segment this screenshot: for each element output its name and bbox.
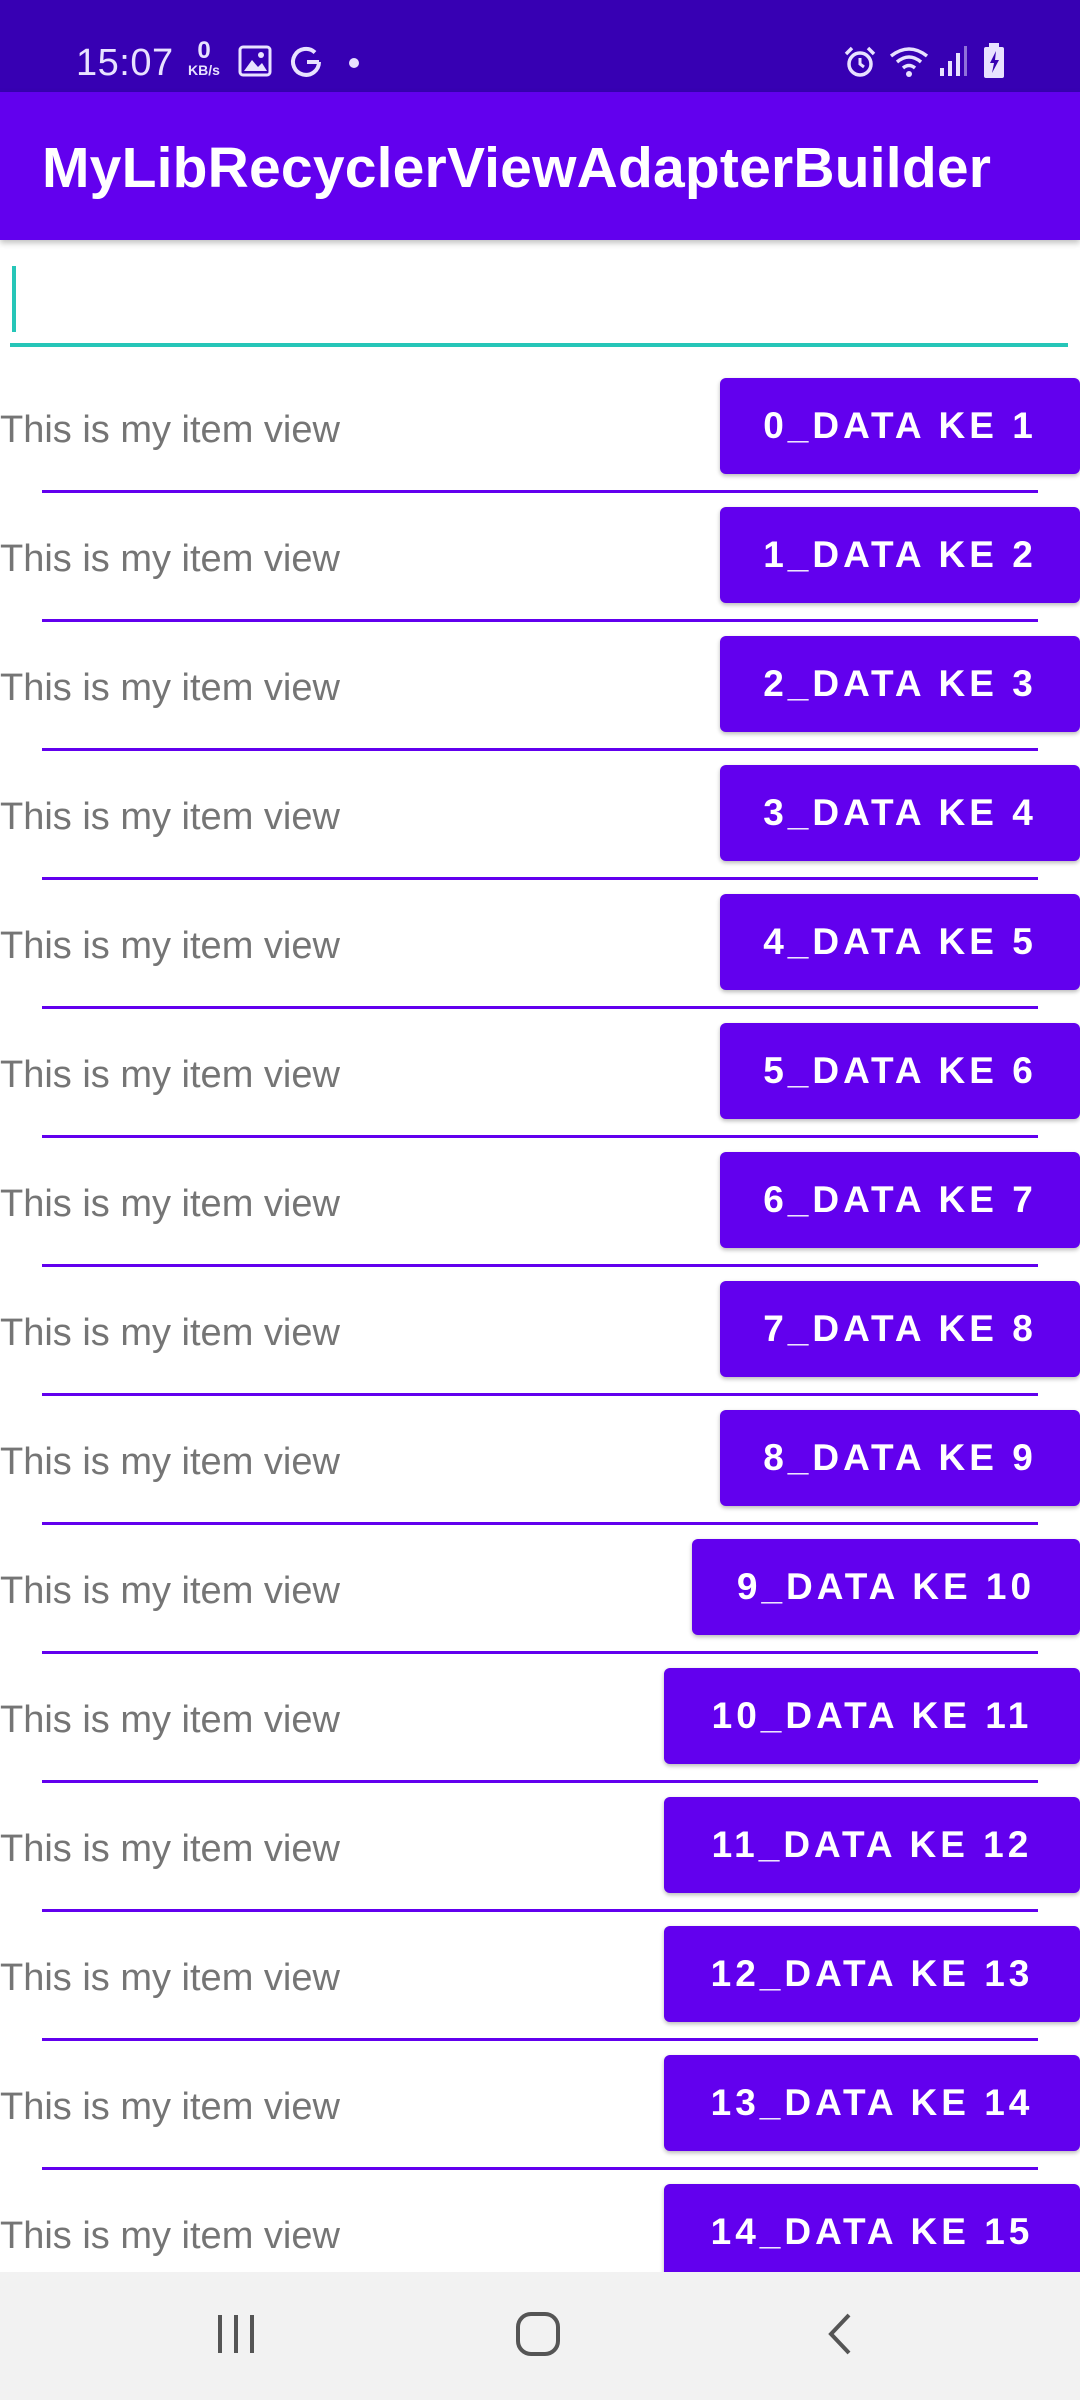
item-label: This is my item view: [0, 1570, 340, 1612]
item-data-button[interactable]: 5_DATA KE 6: [720, 1023, 1080, 1119]
list-item: This is my item view 0_DATA KE 1: [0, 364, 1080, 493]
item-label: This is my item view: [0, 1699, 340, 1741]
list-item: This is my item view 11_DATA KE 12: [0, 1783, 1080, 1912]
list-item: This is my item view 9_DATA KE 10: [0, 1525, 1080, 1654]
list-item: This is my item view 14_DATA KE 15: [0, 2170, 1080, 2272]
network-speed-value: 0: [197, 37, 211, 64]
list-item: This is my item view 13_DATA KE 14: [0, 2041, 1080, 2170]
item-data-button[interactable]: 2_DATA KE 3: [720, 636, 1080, 732]
list-item: This is my item view 10_DATA KE 11: [0, 1654, 1080, 1783]
item-label: This is my item view: [0, 1054, 340, 1096]
item-data-button[interactable]: 10_DATA KE 11: [664, 1668, 1080, 1764]
search-field[interactable]: [10, 262, 1068, 348]
item-label: This is my item view: [0, 667, 340, 709]
app-title: MyLibRecyclerViewAdapterBuilder: [42, 136, 992, 200]
list-item: This is my item view 12_DATA KE 13: [0, 1912, 1080, 2041]
g-icon: [288, 44, 324, 85]
list-item: This is my item view 3_DATA KE 4: [0, 751, 1080, 880]
item-data-button[interactable]: 12_DATA KE 13: [664, 1926, 1080, 2022]
item-label: This is my item view: [0, 1957, 340, 1999]
list-item: This is my item view 8_DATA KE 9: [0, 1396, 1080, 1525]
item-label: This is my item view: [0, 1312, 340, 1354]
network-speed-unit: KB/s: [188, 62, 220, 78]
list-item: This is my item view 5_DATA KE 6: [0, 1009, 1080, 1138]
recent-apps-icon: [214, 2313, 258, 2360]
item-label: This is my item view: [0, 1828, 340, 1870]
battery-charging-icon: [982, 42, 1006, 85]
search-input[interactable]: [10, 262, 1068, 342]
item-label: This is my item view: [0, 538, 340, 580]
home-icon: [515, 2311, 561, 2362]
back-icon: [825, 2312, 855, 2361]
item-data-button[interactable]: 1_DATA KE 2: [720, 507, 1080, 603]
image-icon: [238, 44, 272, 83]
item-label: This is my item view: [0, 2215, 340, 2257]
item-data-button[interactable]: 11_DATA KE 12: [664, 1797, 1080, 1893]
item-data-button[interactable]: 14_DATA KE 15: [664, 2184, 1080, 2272]
dot-icon: [348, 56, 360, 74]
item-data-button[interactable]: 3_DATA KE 4: [720, 765, 1080, 861]
list-item: This is my item view 1_DATA KE 2: [0, 493, 1080, 622]
app-bar: MyLibRecyclerViewAdapterBuilder: [0, 92, 1080, 240]
item-list[interactable]: This is my item view 0_DATA KE 1 This is m…: [0, 364, 1080, 2272]
list-item: This is my item view 7_DATA KE 8: [0, 1267, 1080, 1396]
item-data-button[interactable]: 13_DATA KE 14: [664, 2055, 1080, 2151]
list-item: This is my item view 4_DATA KE 5: [0, 880, 1080, 1009]
search-underline: [10, 343, 1068, 347]
recent-apps-button[interactable]: [156, 2272, 316, 2400]
list-item: This is my item view 6_DATA KE 7: [0, 1138, 1080, 1267]
item-data-button[interactable]: 7_DATA KE 8: [720, 1281, 1080, 1377]
item-label: This is my item view: [0, 925, 340, 967]
item-label: This is my item view: [0, 409, 340, 451]
status-bar: 15:07 0 KB/s: [0, 0, 1080, 92]
wifi-icon: [888, 44, 930, 85]
item-data-button[interactable]: 8_DATA KE 9: [720, 1410, 1080, 1506]
home-button[interactable]: [458, 2272, 618, 2400]
item-data-button[interactable]: 4_DATA KE 5: [720, 894, 1080, 990]
network-speed: 0 KB/s: [182, 37, 226, 79]
item-label: This is my item view: [0, 796, 340, 838]
navigation-bar: [0, 2272, 1080, 2400]
item-data-button[interactable]: 6_DATA KE 7: [720, 1152, 1080, 1248]
item-label: This is my item view: [0, 1183, 340, 1225]
alarm-icon: [842, 44, 878, 85]
item-label: This is my item view: [0, 1441, 340, 1483]
item-label: This is my item view: [0, 2086, 340, 2128]
item-data-button[interactable]: 9_DATA KE 10: [692, 1539, 1080, 1635]
back-button[interactable]: [760, 2272, 920, 2400]
list-item: This is my item view 2_DATA KE 3: [0, 622, 1080, 751]
status-time: 15:07: [76, 42, 174, 84]
signal-icon: [938, 44, 968, 83]
item-data-button[interactable]: 0_DATA KE 1: [720, 378, 1080, 474]
